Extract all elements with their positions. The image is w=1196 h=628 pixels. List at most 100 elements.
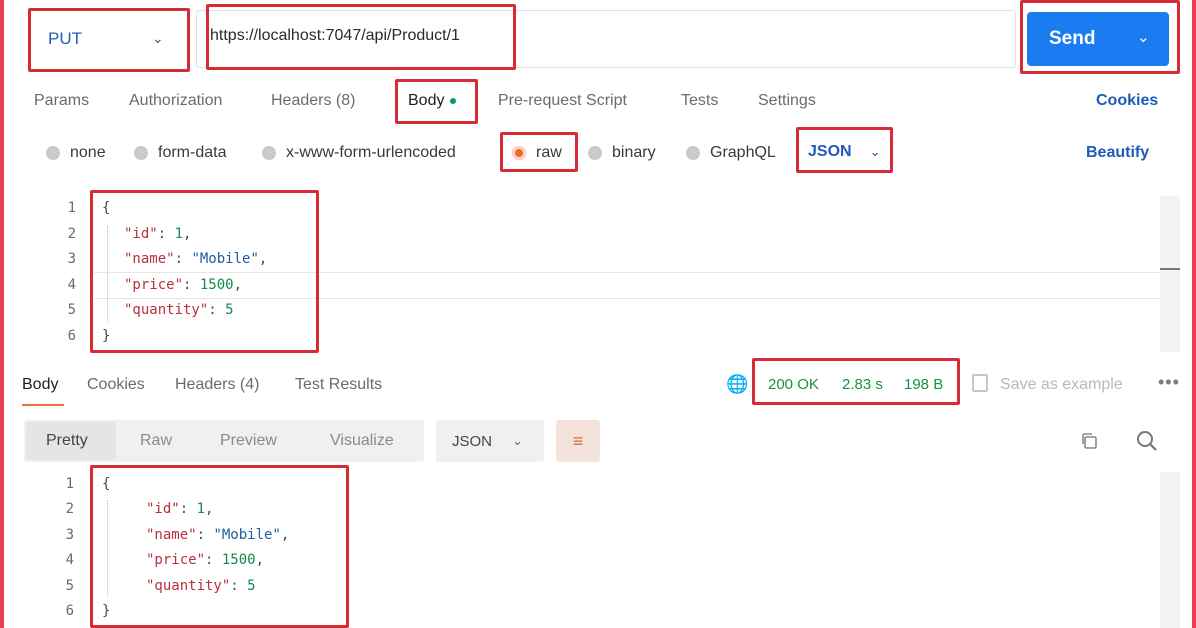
json-key: "name" (124, 251, 175, 267)
radio-form-data[interactable]: form-data (134, 144, 226, 162)
tab-pre-request-script[interactable]: Pre-request Script (498, 92, 627, 110)
json-value: 1500 (199, 277, 234, 293)
status-code[interactable]: 200 OK (768, 376, 819, 393)
radio-icon (134, 146, 148, 160)
json-brace: } (102, 603, 111, 619)
scroll-thumb[interactable] (1160, 268, 1180, 270)
more-options-icon[interactable]: ••• (1158, 372, 1180, 393)
save-icon (972, 374, 988, 392)
json-value: "Mobile" (191, 251, 259, 267)
line-number: 4 (67, 277, 76, 293)
tab-authorization[interactable]: Authorization (129, 92, 222, 110)
json-trail: , (205, 501, 214, 517)
json-sep: : (179, 501, 197, 517)
beautify-button[interactable]: Beautify (1086, 144, 1149, 162)
response-scrollbar[interactable] (1160, 472, 1180, 628)
chevron-down-icon[interactable]: ⌄ (1137, 28, 1150, 46)
tab-body[interactable]: Body (408, 92, 457, 110)
cookies-link[interactable]: Cookies (1096, 92, 1158, 110)
response-size[interactable]: 198 B (904, 376, 943, 393)
response-tab-test-results[interactable]: Test Results (295, 376, 382, 394)
view-pretty[interactable]: Pretty (46, 432, 88, 450)
method-label: PUT (48, 29, 82, 48)
line-number: 3 (65, 527, 74, 543)
radio-icon (262, 146, 276, 160)
json-trail: , (183, 226, 192, 242)
response-format-select[interactable]: JSON ⌄ (436, 420, 544, 462)
wrap-lines-icon[interactable]: ≡ (556, 420, 600, 462)
radio-none[interactable]: none (46, 144, 106, 162)
view-raw[interactable]: Raw (140, 432, 172, 450)
json-sep: : (208, 302, 226, 318)
json-trail: , (258, 251, 268, 267)
line-number: 3 (67, 251, 76, 267)
json-key: "price" (124, 277, 184, 293)
body-format-select[interactable]: JSON ⌄ (808, 143, 880, 161)
response-tab-headers[interactable]: Headers (4) (175, 376, 259, 394)
json-value: 5 (247, 578, 256, 594)
tab-params[interactable]: Params (34, 92, 89, 110)
json-brace: { (102, 200, 111, 216)
json-brace: } (102, 328, 111, 344)
tab-body-label: Body (408, 92, 445, 109)
copy-icon[interactable] (1080, 432, 1098, 450)
json-sep: : (196, 527, 214, 543)
line-number: 6 (65, 603, 74, 619)
json-brace: { (102, 476, 111, 492)
modified-dot-icon (450, 97, 457, 104)
tab-headers[interactable]: Headers (8) (271, 92, 355, 110)
save-as-example-button[interactable]: Save as example (1000, 376, 1123, 394)
globe-icon[interactable]: 🌐 (726, 374, 748, 395)
radio-label: raw (536, 144, 562, 161)
json-line: "id": 1, (146, 501, 213, 517)
json-key: "name" (146, 527, 197, 543)
json-trail: , (280, 527, 290, 543)
active-line-marker (94, 298, 1160, 299)
search-icon[interactable] (1136, 430, 1158, 452)
radio-icon (588, 146, 602, 160)
json-line: "price": 1500, (146, 552, 264, 568)
tab-settings[interactable]: Settings (758, 92, 816, 110)
json-sep: : (157, 226, 175, 242)
json-line: "quantity": 5 (146, 578, 256, 594)
tab-tests[interactable]: Tests (681, 92, 718, 110)
json-value: 5 (225, 302, 234, 318)
radio-graphql[interactable]: GraphQL (686, 144, 776, 162)
radio-label: x-www-form-urlencoded (286, 144, 456, 161)
json-value: 1 (196, 501, 206, 517)
body-format-label: JSON (808, 143, 852, 160)
json-sep: : (183, 277, 200, 293)
chevron-down-icon: ⌄ (152, 30, 164, 46)
radio-label: form-data (158, 144, 227, 161)
json-key: "quantity" (146, 578, 231, 594)
radio-label: binary (612, 144, 656, 161)
view-preview[interactable]: Preview (220, 432, 277, 450)
radio-raw[interactable]: raw (512, 144, 562, 162)
radio-icon (46, 146, 60, 160)
response-time[interactable]: 2.83 s (842, 376, 883, 393)
json-key: "id" (146, 501, 180, 517)
json-value: 1500 (221, 552, 256, 568)
radio-x-www-form-urlencoded[interactable]: x-www-form-urlencoded (262, 144, 456, 162)
json-key: "price" (146, 552, 206, 568)
json-value: 1 (174, 226, 184, 242)
line-number: 5 (65, 578, 74, 594)
json-line: "quantity": 5 (124, 302, 234, 318)
response-tab-body[interactable]: Body (22, 376, 58, 394)
radio-label: none (70, 144, 106, 161)
json-sep: : (230, 578, 248, 594)
active-line-marker (94, 272, 1160, 273)
view-visualize[interactable]: Visualize (330, 432, 394, 450)
json-key: "quantity" (124, 302, 209, 318)
json-trail: , (255, 552, 265, 568)
active-tab-indicator (22, 404, 64, 406)
editor-scrollbar[interactable] (1160, 196, 1180, 352)
radio-selected-icon (512, 146, 526, 160)
send-button[interactable]: Send ⌄ (1027, 12, 1169, 66)
response-tab-cookies[interactable]: Cookies (87, 376, 145, 394)
method-select[interactable]: PUT ⌄ (30, 10, 188, 68)
send-label: Send (1049, 28, 1096, 49)
radio-binary[interactable]: binary (588, 144, 656, 162)
response-format-label: JSON (452, 433, 493, 450)
url-text: https://localhost:7047/api/Product/1 (210, 27, 460, 44)
